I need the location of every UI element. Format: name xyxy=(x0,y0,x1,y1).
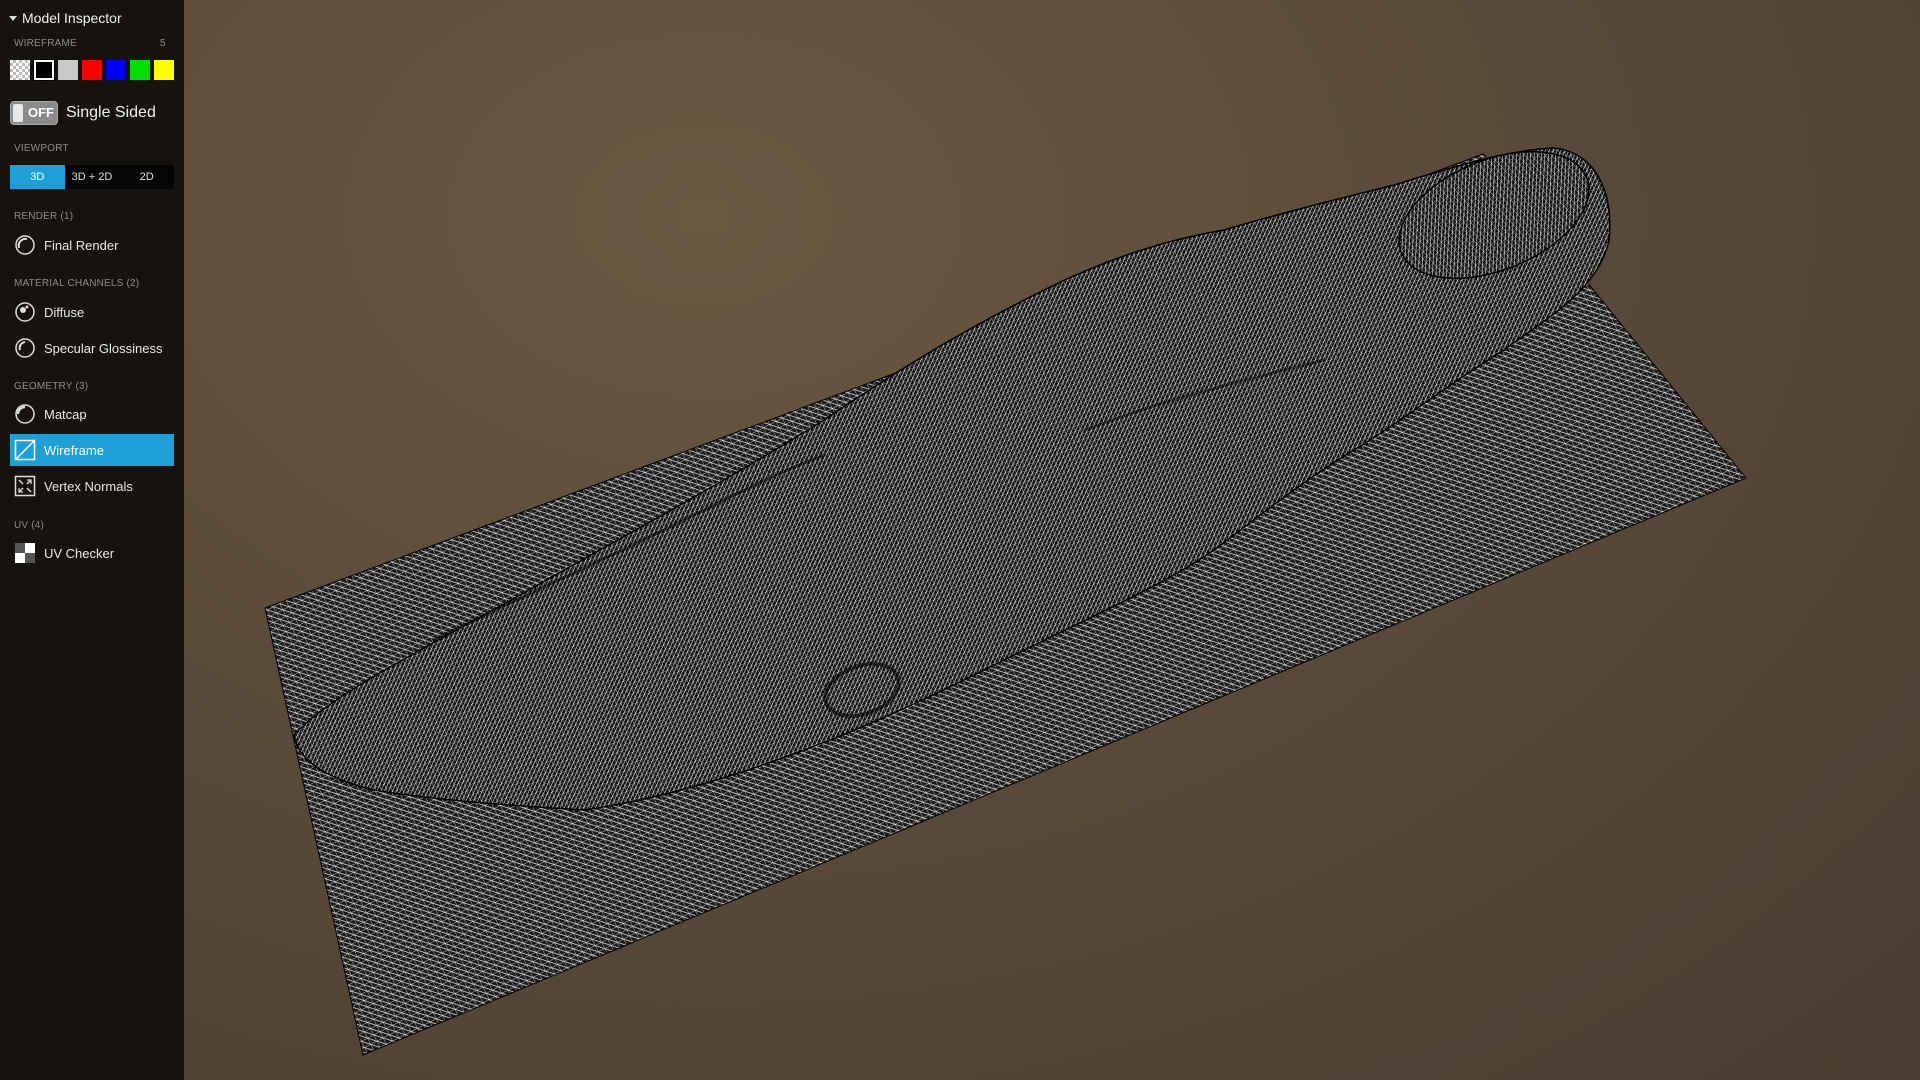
item-label: Wireframe xyxy=(44,442,104,458)
viewport-3d-2d-button[interactable]: 3D + 2D xyxy=(65,165,120,189)
wireframe-icon xyxy=(14,439,36,461)
item-label: Vertex Normals xyxy=(44,478,133,494)
3d-viewport[interactable] xyxy=(184,0,1920,1080)
swatch-gray[interactable] xyxy=(58,60,78,80)
viewport-3d-button[interactable]: 3D xyxy=(10,165,65,189)
item-label: Diffuse xyxy=(44,304,85,320)
matcap-sphere-icon xyxy=(14,403,36,425)
swatch-transparent[interactable] xyxy=(10,60,30,80)
item-uv-checker[interactable]: UV Checker xyxy=(10,537,174,569)
panel-header[interactable]: Model Inspector xyxy=(9,10,122,26)
swatch-yellow[interactable] xyxy=(154,60,174,80)
geometry-label: GEOMETRY (3) xyxy=(14,381,89,392)
diffuse-sphere-icon xyxy=(14,301,36,323)
model-inspector-panel: Model Inspector WIREFRAME 5 OFF Single S… xyxy=(0,0,184,1080)
item-diffuse[interactable]: Diffuse xyxy=(10,296,174,328)
glossy-sphere-icon xyxy=(14,337,36,359)
material-channels-label: MATERIAL CHANNELS (2) xyxy=(14,278,140,289)
item-vertex-normals[interactable]: Vertex Normals xyxy=(10,470,174,502)
render-label: RENDER (1) xyxy=(14,211,74,222)
single-sided-label: Single Sided xyxy=(66,104,156,121)
toggle-state: OFF xyxy=(28,105,54,120)
swatch-red[interactable] xyxy=(82,60,102,80)
swatch-green[interactable] xyxy=(130,60,150,80)
sphere-icon xyxy=(14,234,36,256)
uv-label: UV (4) xyxy=(14,520,45,531)
item-wireframe[interactable]: Wireframe xyxy=(10,434,174,466)
caret-down-icon xyxy=(9,15,17,21)
swatch-black[interactable] xyxy=(33,59,55,81)
single-sided-toggle[interactable]: OFF xyxy=(10,101,58,125)
item-label: UV Checker xyxy=(44,545,115,561)
viewport-mode-selector: 3D 3D + 2D 2D xyxy=(10,165,174,189)
toggle-knob xyxy=(13,104,23,122)
item-final-render[interactable]: Final Render xyxy=(10,229,174,261)
panel-title: Model Inspector xyxy=(22,10,122,26)
item-matcap[interactable]: Matcap xyxy=(10,398,174,430)
swatch-blue[interactable] xyxy=(106,60,126,80)
wireframe-value: 5 xyxy=(160,38,166,49)
single-sided-row: OFF Single Sided xyxy=(10,101,156,125)
item-label: Specular Glossiness xyxy=(44,340,163,356)
item-specular-glossiness[interactable]: Specular Glossiness xyxy=(10,332,174,364)
wireframe-color-swatches xyxy=(10,59,174,81)
item-label: Final Render xyxy=(44,237,119,253)
wireframe-label: WIREFRAME xyxy=(14,38,77,49)
vertex-normals-icon xyxy=(14,475,36,497)
item-label: Matcap xyxy=(44,406,87,422)
wireframe-mesh[interactable] xyxy=(184,0,1920,1080)
viewport-label: VIEWPORT xyxy=(14,143,69,154)
checker-icon xyxy=(14,542,36,564)
viewport-2d-button[interactable]: 2D xyxy=(119,165,174,189)
